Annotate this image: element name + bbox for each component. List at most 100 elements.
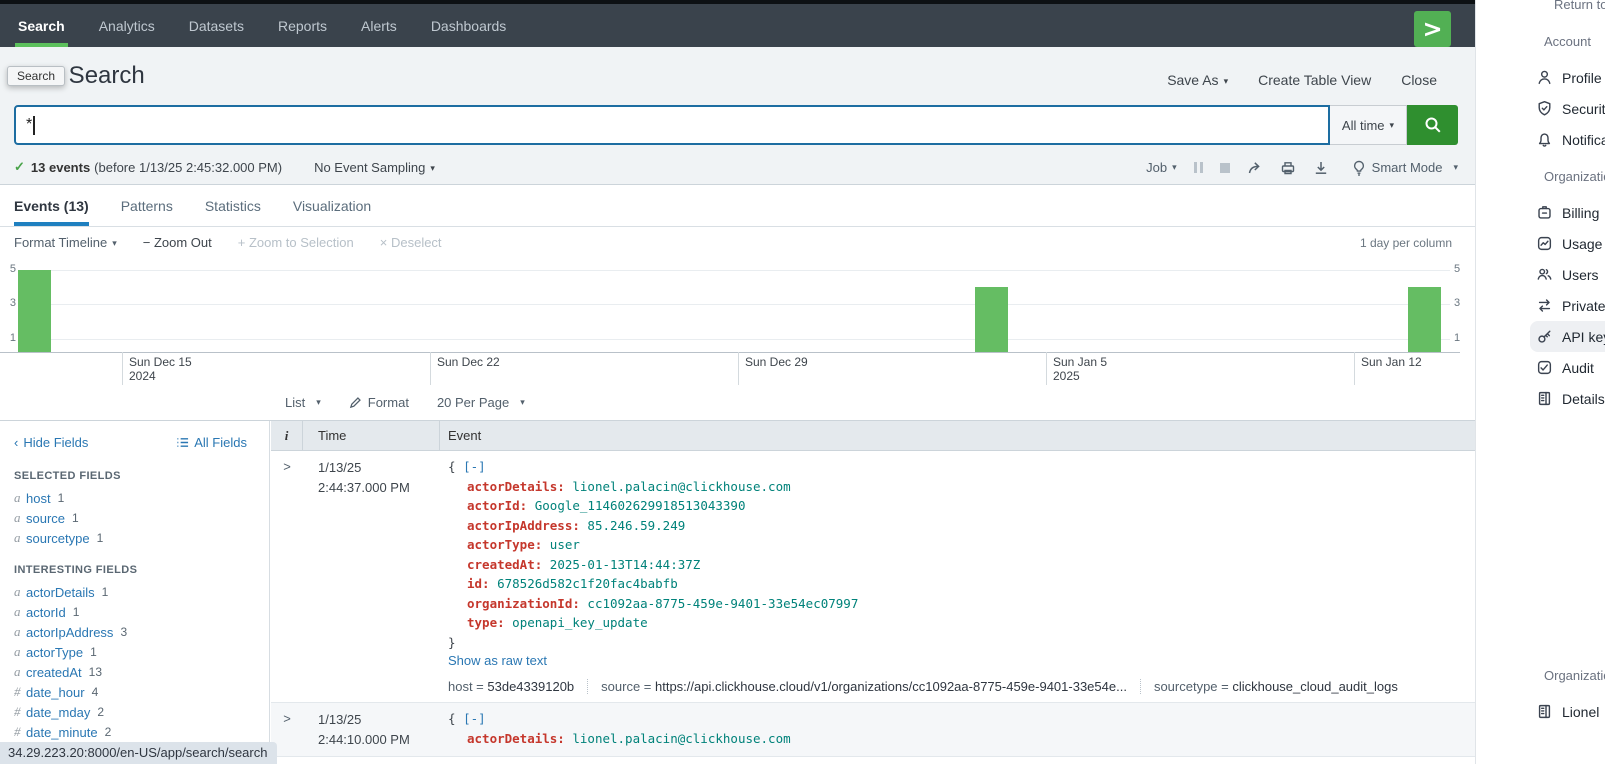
event-sampling-menu[interactable]: No Event Sampling▾ <box>314 160 435 175</box>
menu-item-security[interactable]: Security <box>1476 93 1605 124</box>
all-fields-link[interactable]: All Fields <box>176 435 247 450</box>
share-icon[interactable] <box>1247 160 1263 176</box>
json-value[interactable]: lionel.palacin@clickhouse.com <box>572 731 790 746</box>
nav-item-alerts[interactable]: Alerts <box>361 4 397 47</box>
export-download-icon[interactable] <box>1313 160 1329 176</box>
json-value[interactable]: openapi_key_update <box>512 615 647 630</box>
smart-mode-menu[interactable]: Smart Mode▾ <box>1352 160 1458 176</box>
timeline-bar[interactable] <box>18 270 51 353</box>
field-link-sourcetype[interactable]: sourcetype <box>26 531 90 546</box>
search-header: New Search Search Save As▾ Create Table … <box>0 47 1475 150</box>
json-open-line: { [-] <box>448 457 1465 477</box>
timeline-bar[interactable] <box>975 287 1008 352</box>
timeline-bar[interactable] <box>1408 287 1441 352</box>
time-range-picker[interactable]: All time▾ <box>1330 105 1407 145</box>
field-link-date_mday[interactable]: date_mday <box>26 705 90 720</box>
menu-item-audit[interactable]: Audit <box>1476 352 1605 383</box>
tab-statistics[interactable]: Statistics <box>205 185 261 226</box>
zoom-to-selection-button[interactable]: + Zoom to Selection <box>238 235 354 250</box>
json-key[interactable]: actorDetails: <box>467 731 565 746</box>
search-input[interactable]: * <box>14 105 1330 145</box>
field-type-prefix: a <box>14 490 26 506</box>
nav-item-dashboards[interactable]: Dashboards <box>431 4 507 47</box>
stop-button[interactable] <box>1220 163 1230 173</box>
json-value[interactable]: lionel.palacin@clickhouse.com <box>572 479 790 494</box>
menu-item-profile[interactable]: Profile <box>1476 62 1605 93</box>
field-link-source[interactable]: source <box>26 511 65 526</box>
search-submit-button[interactable] <box>1407 105 1458 145</box>
json-key[interactable]: actorDetails: <box>467 479 565 494</box>
list-view-menu[interactable]: List▾ <box>285 395 321 410</box>
expand-chevron-icon[interactable]: > <box>271 451 303 702</box>
menu-item-details[interactable]: Details <box>1476 383 1605 414</box>
field-link-actorType[interactable]: actorType <box>26 645 83 660</box>
json-value[interactable]: 678526d582c1f20fac4babfb <box>497 576 678 591</box>
menu-item-private-endpoints[interactable]: Private endpoints <box>1476 290 1605 321</box>
save-as-button[interactable]: Save As▾ <box>1167 72 1228 88</box>
tab-patterns[interactable]: Patterns <box>121 185 173 226</box>
header-actions: Save As▾ Create Table View Close <box>1167 72 1437 88</box>
menu-item-lionel[interactable]: Lionel <box>1476 696 1605 727</box>
menu-item-api-keys[interactable]: API keys <box>1530 321 1605 352</box>
y-axis-label-right: 3 <box>1454 297 1468 309</box>
meta-value-source[interactable]: https://api.clickhouse.cloud/v1/organiza… <box>655 679 1127 694</box>
field-link-date_minute[interactable]: date_minute <box>26 725 98 740</box>
field-link-host[interactable]: host <box>26 491 51 506</box>
splunk-app-window: Search Analytics Datasets Reports Alerts Dash… <box>0 0 1475 764</box>
meta-value-sourcetype[interactable]: clickhouse_cloud_audit_logs <box>1232 679 1398 694</box>
json-key[interactable]: type: <box>467 615 505 630</box>
format-results-button[interactable]: Format <box>349 395 409 410</box>
format-timeline-menu[interactable]: Format Timeline▾ <box>14 235 117 250</box>
nav-item-analytics[interactable]: Analytics <box>99 4 155 47</box>
y-axis-label-left: 5 <box>2 263 16 275</box>
field-link-actorDetails[interactable]: actorDetails <box>26 585 95 600</box>
field-count: 1 <box>73 605 80 619</box>
job-controls: Job▾ Smart Mode▾ <box>1146 150 1458 185</box>
return-link[interactable]: Return to <box>1554 0 1605 12</box>
json-value[interactable]: 85.246.59.249 <box>587 518 685 533</box>
create-table-view-button[interactable]: Create Table View <box>1258 72 1371 88</box>
pause-button[interactable] <box>1194 162 1203 173</box>
nav-item-search[interactable]: Search <box>18 4 65 47</box>
field-link-date_hour[interactable]: date_hour <box>26 685 85 700</box>
nav-item-reports[interactable]: Reports <box>278 4 327 47</box>
result-count: 13 events <box>31 160 90 175</box>
json-value[interactable]: 2025-01-13T14:44:37Z <box>550 557 701 572</box>
close-button[interactable]: Close <box>1401 72 1437 88</box>
field-link-createdAt[interactable]: createdAt <box>26 665 82 680</box>
json-key[interactable]: organizationId: <box>467 596 580 611</box>
search-query-text: * <box>26 116 32 134</box>
person-icon <box>1536 69 1553 86</box>
menu-item-billing[interactable]: Billing <box>1476 197 1605 228</box>
menu-item-usage[interactable]: Usage <box>1476 228 1605 259</box>
json-value[interactable]: cc1092aa-8775-459e-9401-33e54ec07997 <box>587 596 858 611</box>
job-menu[interactable]: Job▾ <box>1146 160 1177 175</box>
splunk-logo[interactable]: > <box>1414 11 1451 47</box>
json-key[interactable]: createdAt: <box>467 557 542 572</box>
json-value[interactable]: user <box>550 537 580 552</box>
menu-item-notifications[interactable]: Notifications <box>1476 124 1605 155</box>
json-key[interactable]: actorIpAddress: <box>467 518 580 533</box>
hide-fields-link[interactable]: ‹Hide Fields <box>14 435 88 450</box>
tab-visualization[interactable]: Visualization <box>293 185 371 226</box>
field-link-actorId[interactable]: actorId <box>26 605 66 620</box>
results-display-toolbar: List▾ Format 20 Per Page▾ <box>0 385 1475 420</box>
field-link-actorIpAddress[interactable]: actorIpAddress <box>26 625 113 640</box>
tab-events[interactable]: Events (13) <box>14 185 89 226</box>
json-key[interactable]: actorType: <box>467 537 542 552</box>
nav-item-datasets[interactable]: Datasets <box>189 4 244 47</box>
print-icon[interactable] <box>1280 160 1296 176</box>
per-page-menu[interactable]: 20 Per Page▾ <box>437 395 525 410</box>
json-value[interactable]: Google_114602629918513043390 <box>535 498 746 513</box>
json-key[interactable]: actorId: <box>467 498 527 513</box>
json-key[interactable]: id: <box>467 576 490 591</box>
zoom-out-button[interactable]: − Zoom Out <box>143 235 212 250</box>
show-raw-text-link[interactable]: Show as raw text <box>448 653 547 668</box>
menu-item-users[interactable]: Users <box>1476 259 1605 290</box>
deselect-button[interactable]: × Deselect <box>380 235 442 250</box>
x-axis-tick-label: Sun Dec 22 <box>437 355 500 369</box>
collapse-toggle[interactable]: [-] <box>463 711 486 726</box>
x-icon: × <box>380 235 391 250</box>
collapse-toggle[interactable]: [-] <box>463 459 486 474</box>
meta-value-host[interactable]: 53de4339120b <box>487 679 574 694</box>
